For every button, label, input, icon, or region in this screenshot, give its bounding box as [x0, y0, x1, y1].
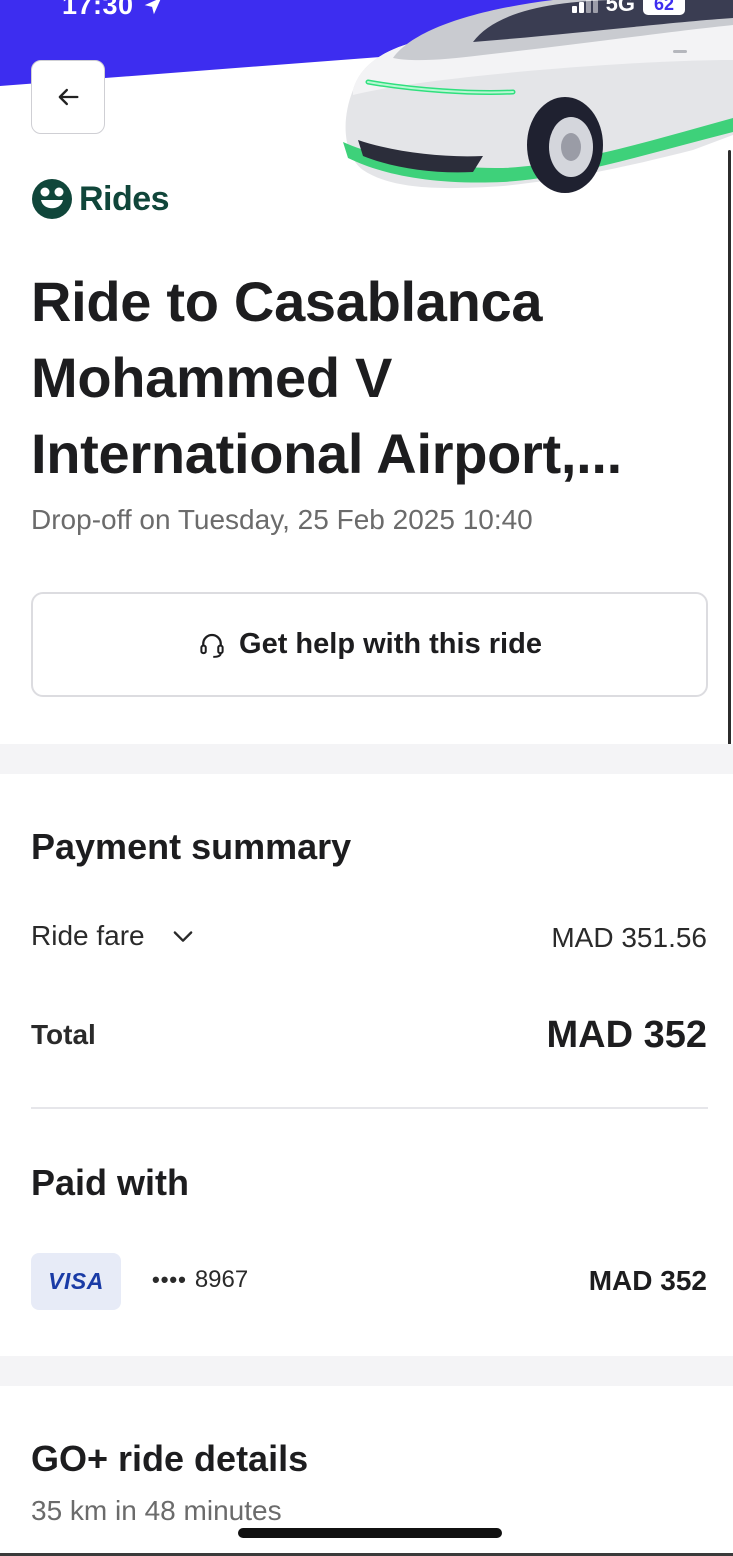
smiley-logo-icon — [32, 179, 72, 219]
ride-fare-label: Ride fare — [31, 920, 145, 951]
visa-card-icon: VISA — [31, 1253, 121, 1310]
page-title: Ride to Casablanca Mohammed V Internatio… — [31, 270, 622, 485]
headset-icon — [200, 633, 224, 658]
paid-amount: MAD 352 — [588, 1265, 707, 1296]
section-divider — [0, 744, 733, 774]
network-type: 5G — [605, 0, 635, 16]
status-time: 17:30 — [62, 0, 164, 21]
scrollbar[interactable] — [728, 150, 731, 745]
chevron-down-icon — [173, 931, 192, 942]
status-indicators: 5G 62 — [571, 0, 685, 17]
section-divider — [0, 1356, 733, 1386]
ride-fare-toggle[interactable]: Ride fare — [31, 920, 197, 952]
card-dots: •••• — [152, 1267, 187, 1292]
battery-icon: 62 — [643, 0, 685, 15]
get-help-button[interactable]: Get help with this ride — [31, 592, 708, 697]
payment-summary-title: Payment summary — [31, 826, 352, 867]
status-time-text: 17:30 — [62, 0, 134, 20]
home-indicator[interactable] — [238, 1528, 502, 1538]
ride-details-title: GO+ ride details — [31, 1438, 309, 1479]
card-number: •••• 8967 — [152, 1266, 248, 1294]
ride-fare-value: MAD 351.56 — [551, 922, 707, 953]
paid-with-title: Paid with — [31, 1162, 190, 1203]
location-arrow-icon — [144, 0, 160, 14]
status-bar: 17:30 5G 62 — [0, 0, 733, 24]
battery-level: 62 — [653, 0, 675, 14]
rides-logo: Rides — [31, 178, 170, 220]
get-help-label: Get help with this ride — [239, 628, 542, 660]
logo-text: Rides — [79, 179, 170, 218]
dropoff-time: Drop-off on Tuesday, 25 Feb 2025 10:40 — [31, 504, 533, 535]
total-value: MAD 352 — [546, 1014, 708, 1056]
total-label: Total — [31, 1019, 96, 1050]
cellular-signal-icon — [571, 0, 598, 13]
card-brand: VISA — [48, 1268, 104, 1294]
back-button[interactable] — [31, 60, 105, 134]
ride-receipt-screen: 17:30 5G 62 Rides Ride to Casablanca Moh… — [0, 0, 733, 1556]
car-illustration — [343, 0, 733, 193]
ride-details-summary: 35 km in 48 minutes — [31, 1495, 282, 1526]
card-last4: 8967 — [194, 1266, 249, 1293]
divider-line — [31, 1107, 708, 1109]
arrow-left-icon — [58, 88, 79, 106]
